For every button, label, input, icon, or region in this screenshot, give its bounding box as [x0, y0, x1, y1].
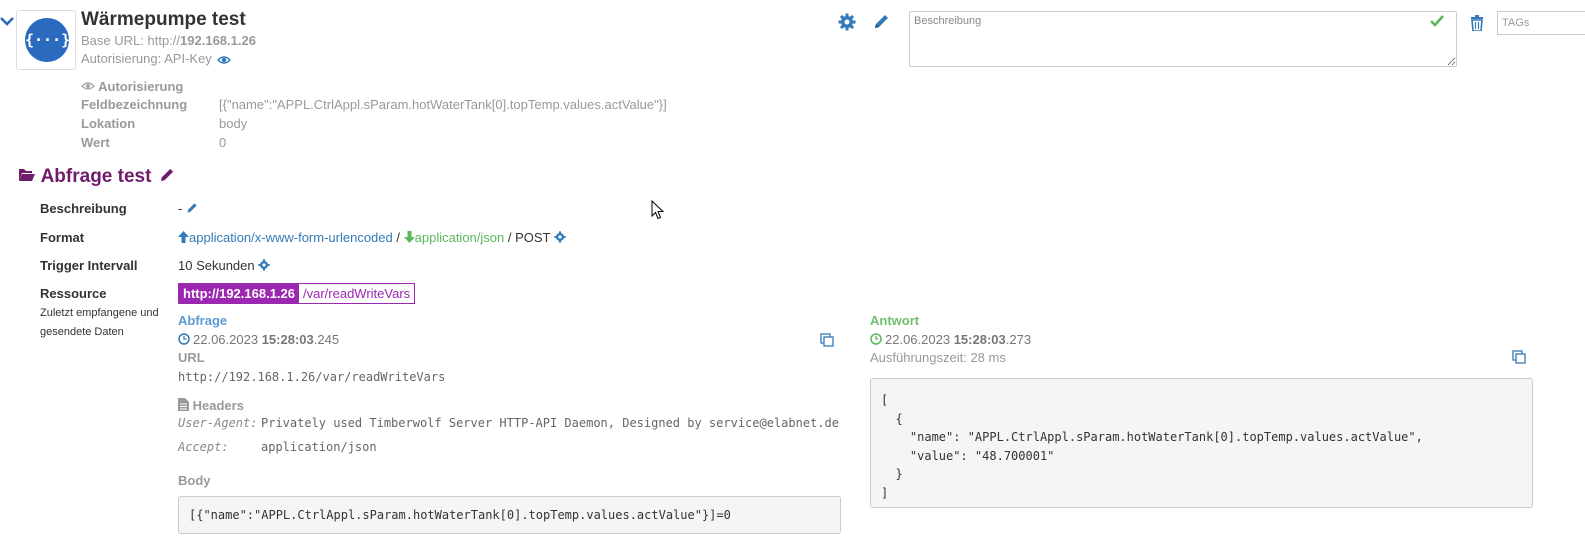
- trigger-gear-icon[interactable]: [258, 259, 270, 271]
- field-label: Lokation: [81, 116, 136, 131]
- description-value: -: [178, 201, 198, 216]
- request-date: 22.06.2023: [193, 332, 259, 347]
- request-time: 15:28:03: [261, 332, 314, 347]
- request-format-link[interactable]: application/x-www-form-urlencoded: [178, 230, 396, 245]
- response-time-ms: .273: [1005, 332, 1032, 347]
- auth-heading-text: Autorisierung: [81, 79, 183, 94]
- headers-heading: Headers: [178, 398, 244, 413]
- base-url-host: 192.168.1.26: [180, 33, 256, 48]
- body-label: Body: [178, 473, 211, 488]
- description-label: Beschreibung: [40, 201, 127, 216]
- file-icon: [178, 398, 189, 411]
- eye-icon: [81, 81, 95, 91]
- clock-icon: [178, 333, 190, 345]
- header-key: Accept:: [178, 440, 229, 454]
- request-url-label: URL: [178, 350, 205, 365]
- field-value: body: [219, 116, 248, 131]
- copy-request-icon[interactable]: [820, 333, 834, 347]
- mouse-cursor-icon: [651, 200, 664, 220]
- response-date: 22.06.2023: [885, 332, 951, 347]
- trigger-value: 10 Sekunden: [178, 258, 270, 273]
- field-label: Wert: [81, 135, 110, 150]
- device-title: Wärmepumpe test: [81, 9, 246, 30]
- resource-host: http://192.168.1.26: [179, 284, 299, 303]
- authorization-line: Autorisierung: API-Key: [81, 51, 232, 66]
- request-heading: Abfrage: [178, 313, 228, 328]
- save-check-icon[interactable]: [1430, 15, 1444, 27]
- auth-value: API-Key: [164, 51, 212, 66]
- response-body: [ { "name": "APPL.CtrlAppl.sParam.hotWat…: [870, 378, 1533, 508]
- base-url-scheme: http://: [147, 33, 181, 48]
- header-value: application/json: [261, 440, 377, 454]
- response-timestamp: 22.06.2023 15:28:03.273: [870, 332, 1031, 347]
- auth-heading-label: Autorisierung: [98, 79, 184, 94]
- query-section-title: Abfrage test: [18, 166, 175, 188]
- resource-path: /var/readWriteVars: [299, 284, 415, 303]
- response-format-link[interactable]: application/json: [403, 230, 508, 245]
- field-label: Feldbezeichnung: [81, 97, 188, 112]
- tags-input[interactable]: [1497, 11, 1585, 35]
- request-format-text: application/x-www-form-urlencoded: [189, 230, 393, 245]
- logo-icon: {···}: [25, 18, 70, 62]
- auth-details-heading: Autorisierung: [81, 79, 183, 94]
- resource-label: Ressource: [40, 286, 107, 301]
- format-row-label: Format: [40, 230, 84, 245]
- response-heading: Antwort: [870, 313, 920, 328]
- edit-description-pencil-icon[interactable]: [186, 202, 198, 214]
- description-textarea[interactable]: [909, 11, 1457, 67]
- header-key: User-Agent:: [178, 416, 258, 430]
- request-url: http://192.168.1.26/var/readWriteVars: [178, 370, 446, 384]
- resource-row-label: Ressource: [40, 286, 106, 301]
- response-format-text: application/json: [414, 230, 505, 245]
- format-separator: /: [396, 230, 400, 245]
- collapse-chevron-down-icon[interactable]: [0, 14, 14, 28]
- arrow-down-icon: [403, 231, 415, 243]
- header-value: Privately used Timberwolf Server HTTP-AP…: [261, 416, 839, 430]
- clock-icon: [870, 333, 882, 345]
- delete-trash-icon[interactable]: [1470, 15, 1484, 31]
- copy-response-icon[interactable]: [1512, 350, 1526, 364]
- description-row-label: Beschreibung: [40, 201, 127, 216]
- resource-sublabel: Zuletzt empfangene und gesendete Daten: [40, 307, 159, 338]
- auth-label: Autorisierung:: [81, 51, 162, 66]
- request-timestamp: 22.06.2023 15:28:03.245: [178, 332, 339, 347]
- field-value: [{"name":"APPL.CtrlAppl.sParam.hotWaterT…: [219, 97, 667, 112]
- folder-open-icon: [18, 168, 36, 182]
- trigger-interval-text: 10 Sekunden: [178, 258, 255, 273]
- format-gear-icon[interactable]: [554, 231, 566, 243]
- format-label: Format: [40, 230, 85, 245]
- eye-icon[interactable]: [217, 55, 232, 65]
- base-url: Base URL: http://192.168.1.26: [81, 33, 256, 48]
- arrow-up-icon: [178, 231, 189, 243]
- format-value: application/x-www-form-urlencoded / appl…: [178, 230, 566, 245]
- request-time-ms: .245: [313, 332, 340, 347]
- trigger-row-label: Trigger Intervall: [40, 258, 138, 273]
- resource-url-box[interactable]: http://192.168.1.26 /var/readWriteVars: [178, 283, 416, 304]
- edit-pencil-icon[interactable]: [873, 13, 890, 30]
- query-title-text: Abfrage test: [40, 166, 152, 187]
- description-text: -: [178, 201, 183, 216]
- edit-query-pencil-icon[interactable]: [159, 167, 175, 183]
- field-value: 0: [219, 135, 227, 150]
- response-time: 15:28:03: [953, 332, 1006, 347]
- base-url-label: Base URL:: [81, 33, 144, 48]
- api-logo: {···}: [16, 10, 76, 70]
- request-body: [{"name":"APPL.CtrlAppl.sParam.hotWaterT…: [178, 496, 841, 534]
- http-method: / POST: [507, 230, 551, 245]
- headers-label: Headers: [192, 398, 244, 413]
- execution-time: Ausführungszeit: 28 ms: [870, 350, 1006, 365]
- trigger-label: Trigger Intervall: [40, 258, 138, 273]
- settings-gear-icon[interactable]: [838, 13, 856, 31]
